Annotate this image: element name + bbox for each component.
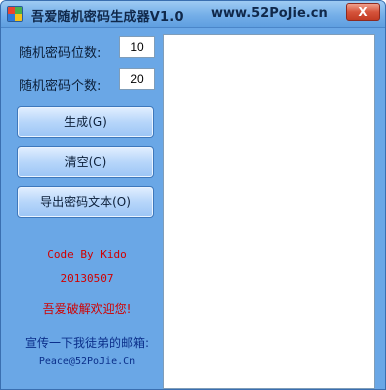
window-title: 吾爱随机密码生成器V1.0 (31, 10, 184, 25)
password-count-label: 随机密码个数: (19, 79, 102, 94)
generate-button[interactable]: 生成(G) (17, 106, 154, 138)
code-by-text: Code By Kido (47, 248, 127, 261)
password-length-input[interactable]: 10 (119, 36, 155, 58)
password-count-input[interactable]: 20 (119, 68, 155, 90)
email-text: Peace@52PoJie.Cn (38, 356, 136, 367)
welcome-text: 吾爱破解欢迎您! (42, 302, 132, 316)
password-output-textarea[interactable] (163, 34, 375, 389)
close-button[interactable]: X (346, 3, 380, 21)
password-length-label: 随机密码位数: (19, 46, 102, 61)
export-button[interactable]: 导出密码文本(O) (17, 186, 154, 218)
client-area: 随机密码位数: 10 随机密码个数: 20 生成(G) 清空(C) 导出密码文本… (2, 29, 384, 389)
clear-button[interactable]: 清空(C) (17, 146, 154, 178)
window-title-url: www.52PoJie.cn (211, 6, 328, 21)
app-window: 吾爱随机密码生成器V1.0 www.52PoJie.cn X 随机密码位数: 1… (0, 0, 386, 390)
title-bar[interactable]: 吾爱随机密码生成器V1.0 www.52PoJie.cn X (1, 1, 385, 28)
app-icon (7, 6, 23, 22)
date-text: 20130507 (60, 272, 114, 285)
promo-text: 宣传一下我徒弟的邮箱: (24, 336, 150, 350)
